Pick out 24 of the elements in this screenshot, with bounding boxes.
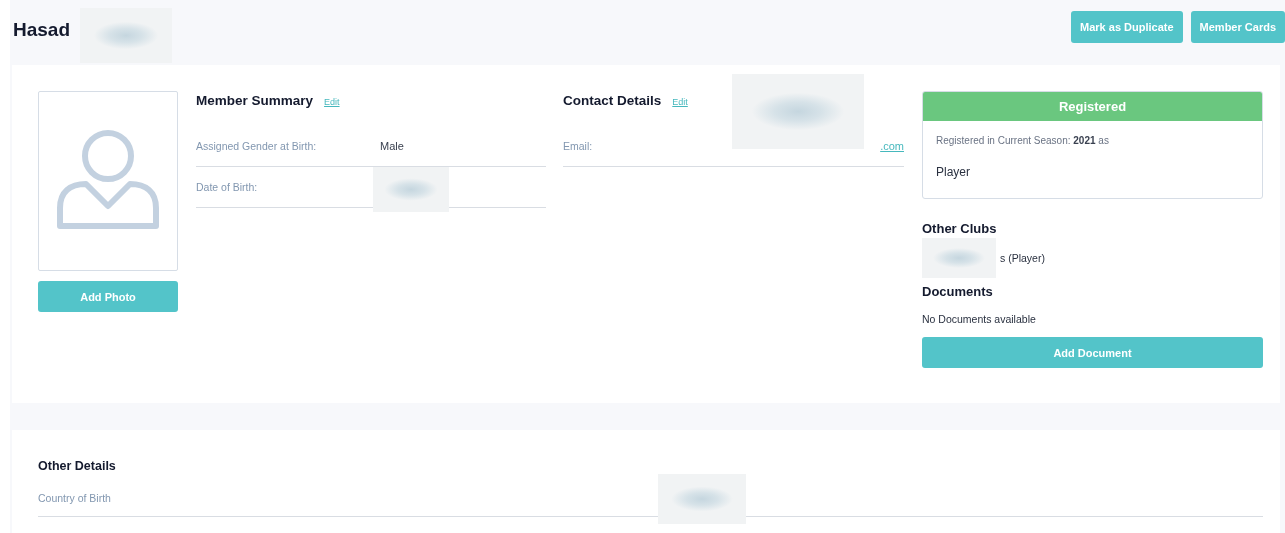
registration-role: Player	[935, 164, 971, 179]
person-icon	[56, 130, 160, 230]
section-title: Member Summary	[196, 93, 314, 108]
field-label: Email:	[563, 140, 594, 152]
field-value: Male	[380, 140, 404, 152]
empty-message: No Documents available	[922, 313, 1037, 325]
add-photo-button[interactable]: Add Photo	[38, 281, 178, 312]
field-label: Date of Birth:	[196, 181, 259, 193]
email-link[interactable]: .com	[880, 140, 904, 152]
field-label: Country of Birth	[38, 491, 112, 504]
club-entry: s (Player)	[1000, 252, 1045, 264]
header-button[interactable]: Member Cards	[1190, 11, 1285, 43]
header-button[interactable]: Mark as Duplicate	[1071, 11, 1183, 43]
status-banner: Registered	[923, 92, 1262, 121]
section-title: Other Details	[38, 459, 117, 473]
edit-link[interactable]: Edit	[324, 97, 340, 107]
registration-text: Registered in Current Season: 2021 as	[935, 134, 1110, 146]
field-label: Assigned Gender at Birth:	[196, 140, 318, 152]
section-title: Contact Details	[563, 93, 662, 108]
add-document-button[interactable]: Add Document	[922, 337, 1263, 368]
member-name: Hasad	[13, 19, 71, 41]
section-title: Other Clubs	[922, 221, 998, 236]
section-title: Documents	[922, 284, 994, 299]
edit-link[interactable]: Edit	[672, 97, 688, 107]
